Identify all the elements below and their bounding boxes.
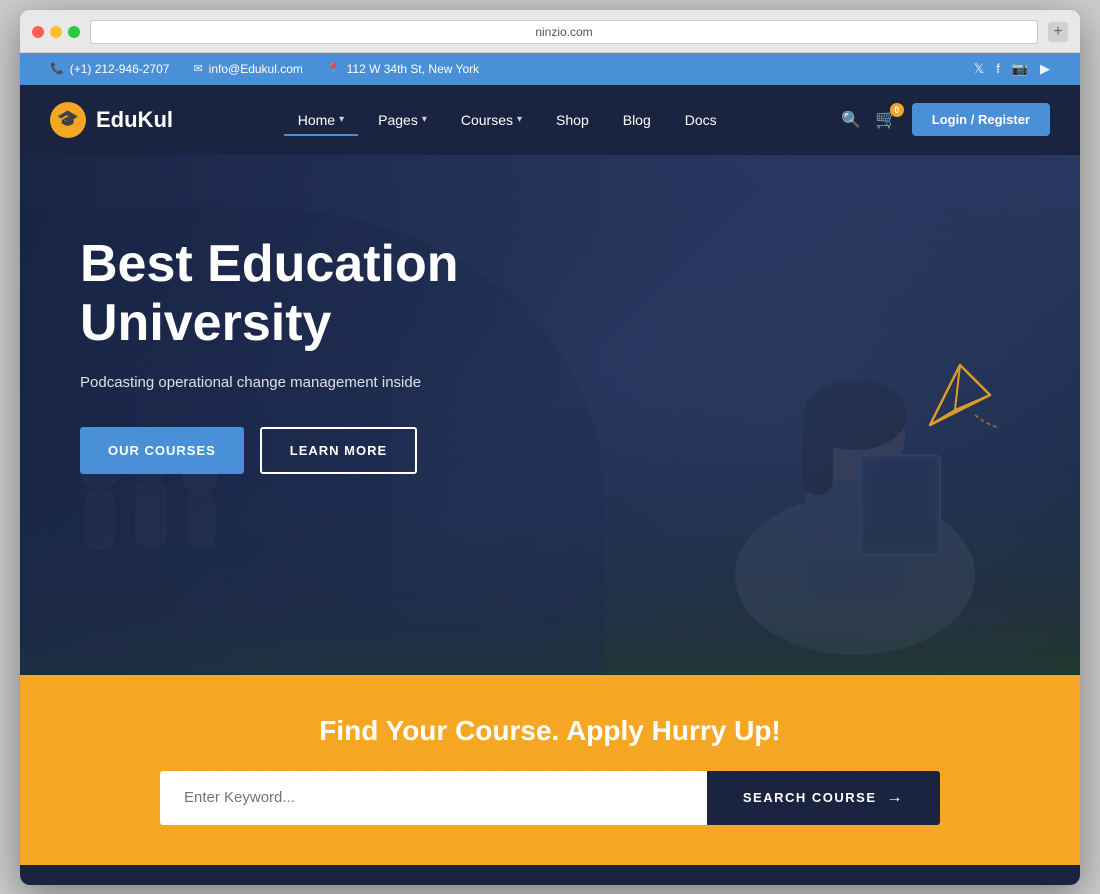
nav-courses-label: Courses (461, 112, 513, 128)
dark-bottom-section (20, 865, 1080, 885)
hero-buttons: OUR COURSES LEARN MORE (80, 427, 560, 474)
nav-item-blog[interactable]: Blog (609, 104, 665, 136)
our-courses-button[interactable]: OUR COURSES (80, 427, 244, 474)
address-text: 112 W 34th St, New York (347, 62, 480, 76)
chevron-down-icon: ▾ (517, 114, 522, 125)
hero-section: Best Education University Podcasting ope… (20, 155, 1080, 675)
cart-wrapper[interactable]: 🛒 0 (875, 109, 897, 130)
email-info: ✉ info@Edukul.com (193, 62, 302, 76)
browser-chrome: ninzio.com + (20, 10, 1080, 53)
browser-traffic-lights (32, 26, 80, 38)
learn-more-button[interactable]: LEARN MORE (260, 427, 417, 474)
arrow-right-icon: → (887, 789, 905, 807)
new-tab-button[interactable]: + (1048, 22, 1068, 42)
phone-info: 📞 (+1) 212-946-2707 (50, 62, 169, 76)
hero-title: Best Education University (80, 235, 560, 355)
nav-home-label: Home (298, 112, 335, 128)
close-dot[interactable] (32, 26, 44, 38)
navbar: 🎓 EduKul Home ▾ Pages ▾ Courses ▾ Shop B… (20, 85, 1080, 155)
course-search-section: Find Your Course. Apply Hurry Up! SEARCH… (20, 675, 1080, 865)
facebook-link[interactable]: f (996, 61, 1000, 76)
search-course-button[interactable]: SEARCH COURSE → (707, 771, 940, 825)
nav-blog-label: Blog (623, 112, 651, 128)
logo-icon: 🎓 (50, 102, 86, 138)
location-icon: 📍 (327, 62, 341, 75)
nav-pages-label: Pages (378, 112, 418, 128)
instagram-link[interactable]: 📷 (1012, 61, 1028, 77)
nav-item-home[interactable]: Home ▾ (284, 104, 358, 136)
search-course-label: SEARCH COURSE (743, 790, 877, 805)
nav-actions: 🔍 🛒 0 Login / Register (841, 103, 1050, 136)
phone-number: (+1) 212-946-2707 (70, 62, 170, 76)
hero-content: Best Education University Podcasting ope… (20, 155, 620, 475)
logo-text: EduKul (96, 107, 173, 133)
cart-badge: 0 (890, 103, 904, 117)
logo[interactable]: 🎓 EduKul (50, 102, 173, 138)
top-info-bar: 📞 (+1) 212-946-2707 ✉ info@Edukul.com 📍 … (20, 53, 1080, 85)
paper-plane-decoration (920, 355, 1000, 440)
nav-item-shop[interactable]: Shop (542, 104, 603, 136)
hero-title-line2: University (80, 294, 331, 352)
social-links: 𝕏 f 📷 ▶ (974, 61, 1050, 77)
top-info-left: 📞 (+1) 212-946-2707 ✉ info@Edukul.com 📍 … (50, 62, 479, 76)
address-info: 📍 112 W 34th St, New York (327, 62, 479, 76)
chevron-down-icon: ▾ (339, 114, 344, 125)
search-button[interactable]: 🔍 (841, 110, 861, 130)
hero-subtitle: Podcasting operational change management… (80, 374, 560, 391)
youtube-link[interactable]: ▶ (1040, 61, 1050, 77)
search-section-title: Find Your Course. Apply Hurry Up! (80, 715, 1020, 747)
phone-icon: 📞 (50, 62, 64, 75)
nav-item-pages[interactable]: Pages ▾ (364, 104, 441, 136)
email-address: info@Edukul.com (209, 62, 303, 76)
browser-window: ninzio.com + 📞 (+1) 212-946-2707 ✉ info@… (20, 10, 1080, 885)
nav-docs-label: Docs (685, 112, 717, 128)
url-bar[interactable]: ninzio.com (90, 20, 1038, 44)
nav-menu: Home ▾ Pages ▾ Courses ▾ Shop Blog Docs (284, 104, 731, 136)
minimize-dot[interactable] (50, 26, 62, 38)
chevron-down-icon: ▾ (422, 114, 427, 125)
search-row: SEARCH COURSE → (160, 771, 940, 825)
twitter-link[interactable]: 𝕏 (974, 61, 984, 77)
nav-item-courses[interactable]: Courses ▾ (447, 104, 536, 136)
email-icon: ✉ (193, 62, 202, 75)
hero-title-line1: Best Education (80, 235, 459, 293)
course-search-input[interactable] (160, 771, 707, 825)
login-register-button[interactable]: Login / Register (912, 103, 1050, 136)
nav-item-docs[interactable]: Docs (671, 104, 731, 136)
nav-shop-label: Shop (556, 112, 589, 128)
maximize-dot[interactable] (68, 26, 80, 38)
